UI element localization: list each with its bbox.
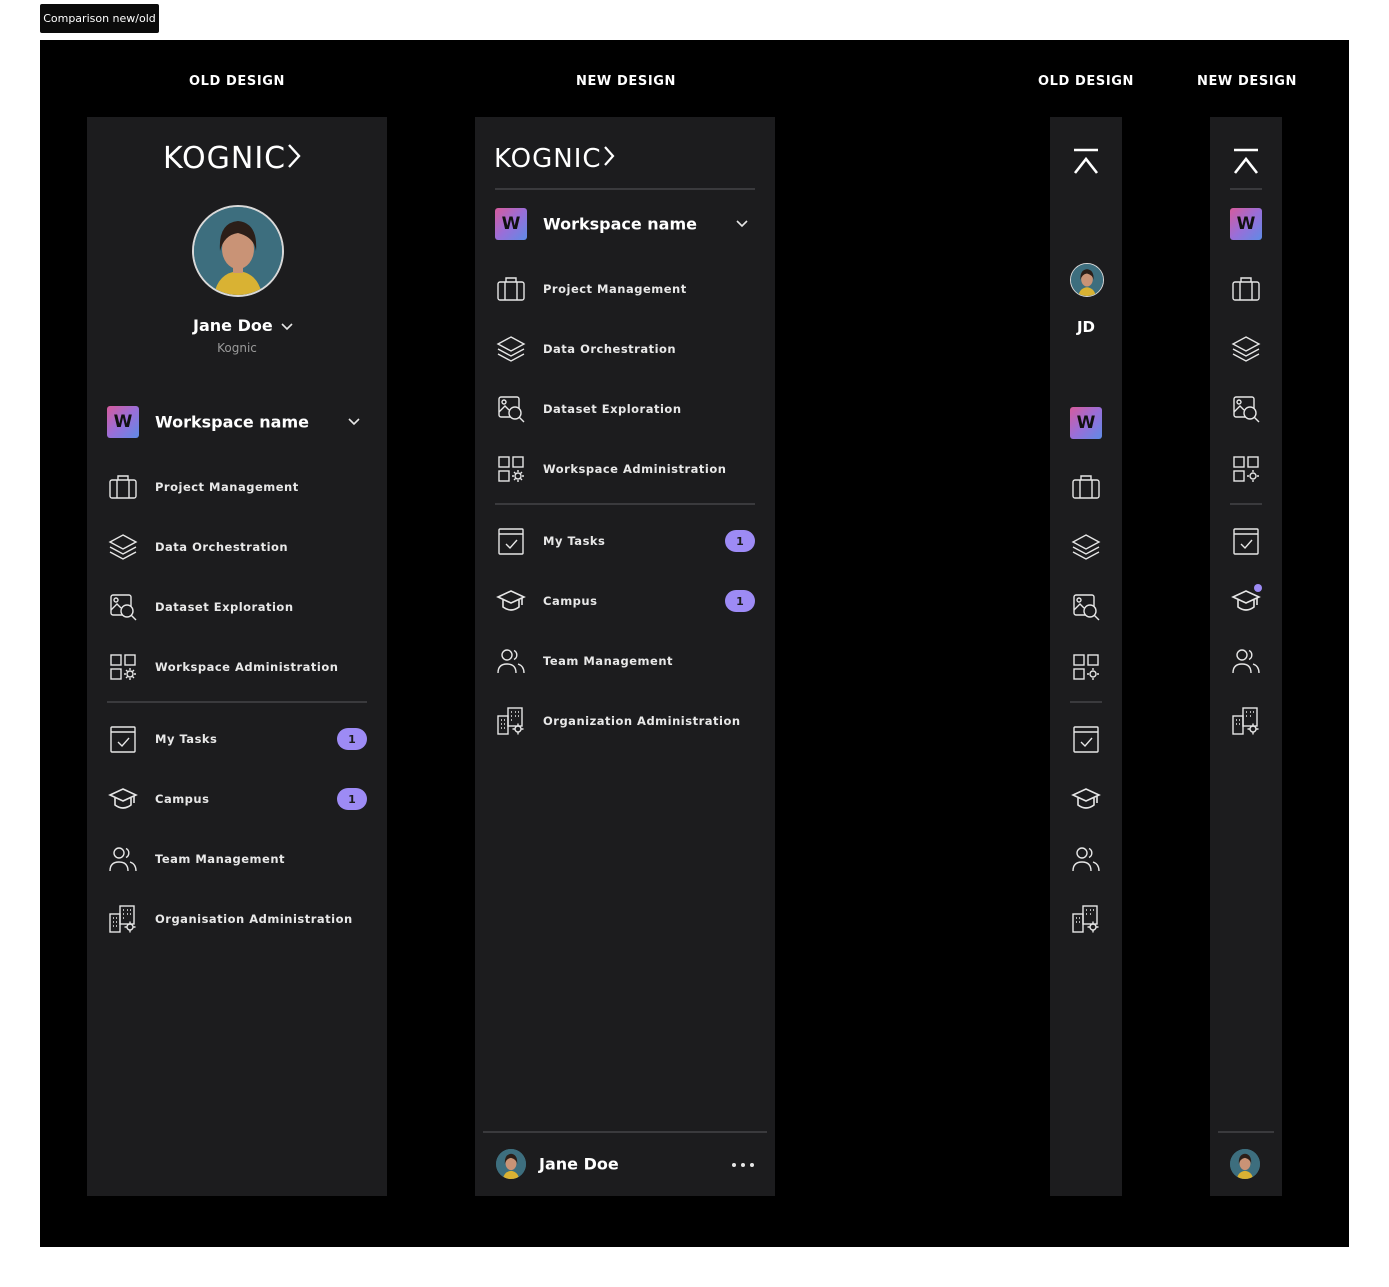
kognic-mark-icon[interactable] [1072, 147, 1100, 175]
count-badge: 1 [725, 590, 755, 612]
logo-text: KOGNIC [494, 144, 602, 174]
briefcase-icon [108, 472, 138, 502]
nav-label: My Tasks [155, 732, 218, 746]
chevron-down-icon[interactable] [346, 414, 362, 430]
building-settings-icon[interactable] [1231, 706, 1261, 736]
divider [1218, 1131, 1274, 1133]
nav-label: Project Management [543, 282, 687, 296]
divider [1230, 188, 1262, 190]
old-sidebar: KOGNIC Jane Doe Kognic W Workspace name … [87, 117, 387, 1196]
kognic-chevron-icon [602, 144, 616, 175]
image-search-icon [496, 394, 526, 424]
users-icon [108, 844, 138, 874]
graduation-cap-icon [496, 586, 526, 616]
layers-icon[interactable] [1231, 334, 1261, 364]
workspace-badge[interactable]: W [107, 406, 139, 438]
briefcase-icon[interactable] [1231, 274, 1261, 304]
grid-settings-icon [108, 652, 138, 682]
notification-dot [1254, 584, 1262, 592]
workspace-badge[interactable]: W [1070, 407, 1102, 439]
nav-label: Dataset Exploration [543, 402, 682, 416]
old-compact-sidebar: JD W [1050, 117, 1122, 1196]
users-icon[interactable] [1071, 844, 1101, 874]
task-checkbox-icon[interactable] [1071, 724, 1101, 754]
comparison-canvas: OLD DESIGN NEW DESIGN OLD DESIGN NEW DES… [40, 40, 1349, 1247]
avatar[interactable] [1070, 263, 1104, 297]
graduation-cap-icon [108, 784, 138, 814]
image-search-icon[interactable] [1071, 592, 1101, 622]
building-settings-icon [496, 706, 526, 736]
kognic-logo[interactable]: KOGNIC [494, 144, 616, 175]
graduation-cap-icon[interactable] [1071, 784, 1101, 814]
heading-old-compact: OLD DESIGN [1037, 74, 1135, 89]
nav-label: Workspace Administration [155, 660, 339, 674]
workspace-badge[interactable]: W [495, 208, 527, 240]
users-icon [496, 646, 526, 676]
workspace-badge[interactable]: W [1230, 208, 1262, 240]
nav-label: My Tasks [543, 534, 606, 548]
task-checkbox-icon[interactable] [1231, 526, 1261, 556]
nav-label: Workspace Administration [543, 462, 727, 476]
workspace-name[interactable]: Workspace name [155, 413, 309, 432]
nav-label: Organisation Administration [155, 912, 353, 926]
user-initials: JD [1076, 318, 1096, 336]
avatar[interactable] [192, 205, 284, 297]
chevron-down-icon[interactable] [734, 216, 750, 232]
layers-icon[interactable] [1071, 532, 1101, 562]
divider [495, 188, 755, 190]
chevron-down-icon[interactable] [279, 319, 295, 335]
nav-label: Data Orchestration [155, 540, 289, 554]
kognic-mark-icon[interactable] [1232, 147, 1260, 175]
kognic-logo[interactable]: KOGNIC [163, 141, 302, 178]
task-checkbox-icon [108, 724, 138, 754]
briefcase-icon [496, 274, 526, 304]
grid-settings-icon[interactable] [1231, 454, 1261, 484]
briefcase-icon[interactable] [1071, 472, 1101, 502]
nav-label: Campus [543, 594, 598, 608]
count-badge: 1 [725, 530, 755, 552]
image-search-icon [108, 592, 138, 622]
logo-text: KOGNIC [163, 141, 287, 176]
count-badge: 1 [337, 788, 367, 810]
heading-old-full: OLD DESIGN [188, 74, 286, 89]
divider [495, 503, 755, 505]
grid-settings-icon[interactable] [1071, 652, 1101, 682]
more-horizontal-icon[interactable] [731, 1157, 755, 1171]
nav-label: Project Management [155, 480, 299, 494]
avatar[interactable] [1230, 1149, 1260, 1179]
image-search-icon[interactable] [1231, 394, 1261, 424]
divider [483, 1131, 767, 1133]
kognic-chevron-icon [286, 142, 302, 178]
task-checkbox-icon [496, 526, 526, 556]
nav-label: Organization Administration [543, 714, 741, 728]
layers-icon [496, 334, 526, 364]
count-badge: 1 [337, 728, 367, 750]
user-name: Jane Doe [539, 1154, 619, 1174]
nav-label: Team Management [155, 852, 286, 866]
nav-label: Data Orchestration [543, 342, 677, 356]
building-settings-icon [108, 904, 138, 934]
frame-label: Comparison new/old [40, 4, 159, 33]
building-settings-icon[interactable] [1071, 904, 1101, 934]
avatar [496, 1149, 526, 1179]
heading-new-compact: NEW DESIGN [1196, 74, 1298, 89]
divider [1070, 701, 1102, 703]
divider [107, 701, 367, 703]
user-org: Kognic [217, 341, 257, 355]
nav-label: Team Management [543, 654, 674, 668]
new-sidebar: KOGNIC W Workspace name Project Manageme… [475, 117, 775, 1196]
user-name[interactable]: Jane Doe [193, 316, 273, 335]
new-compact-sidebar: W [1210, 117, 1282, 1196]
workspace-name[interactable]: Workspace name [543, 215, 697, 234]
nav-label: Campus [155, 792, 210, 806]
heading-new-full: NEW DESIGN [575, 74, 677, 89]
nav-label: Dataset Exploration [155, 600, 294, 614]
divider [1230, 503, 1262, 505]
users-icon[interactable] [1231, 646, 1261, 676]
grid-settings-icon [496, 454, 526, 484]
layers-icon [108, 532, 138, 562]
